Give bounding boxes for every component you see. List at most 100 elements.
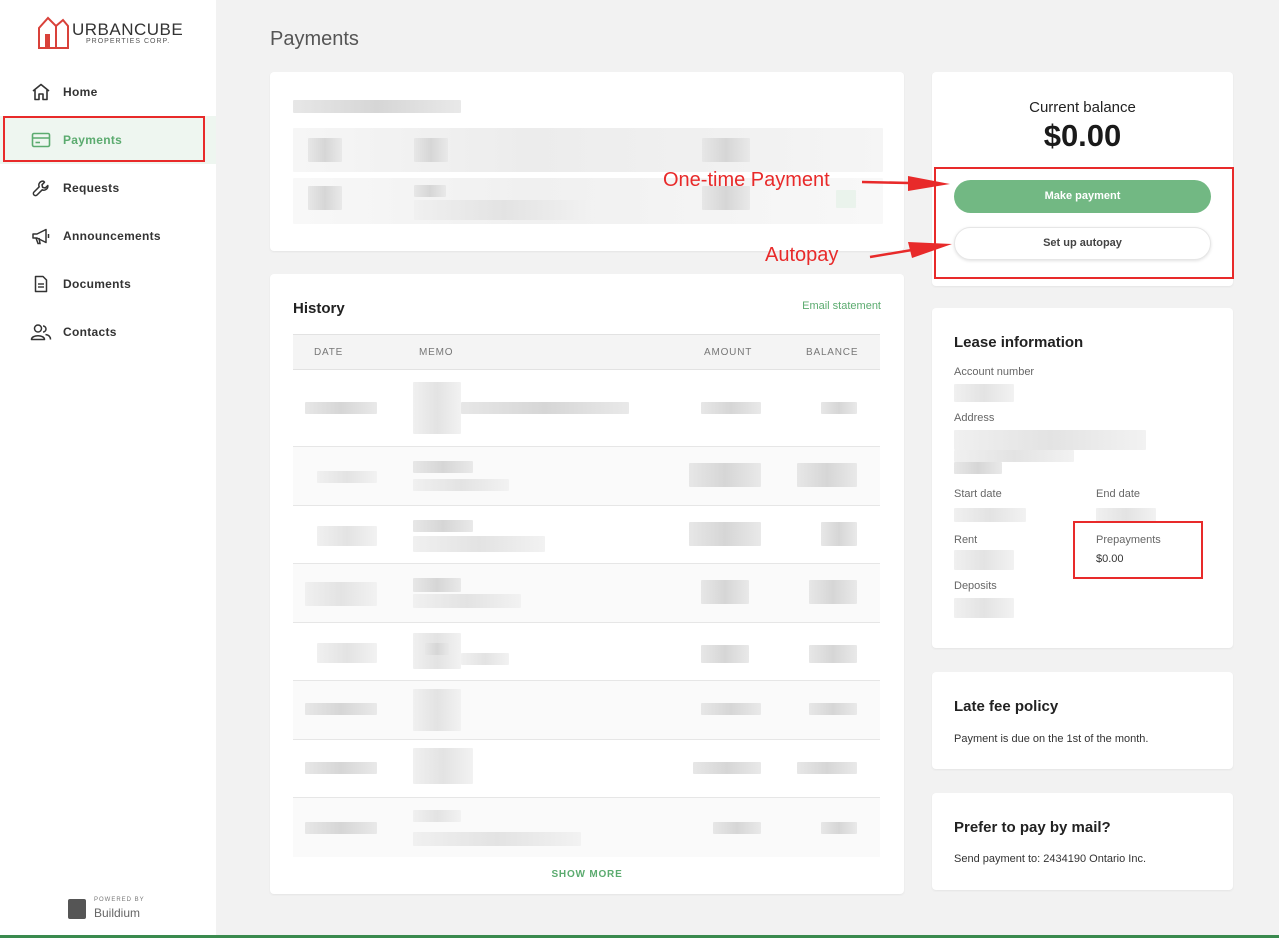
table-row[interactable] [293,370,880,447]
annotation-one-time-payment: One-time Payment [663,169,830,191]
redacted-memo [413,689,461,731]
redacted-amount [713,822,761,834]
redacted-text [414,200,594,220]
redacted-balance [821,402,857,414]
late-fee-title: Late fee policy [954,698,1059,715]
home-icon [30,81,52,103]
sidebar-item-label: Documents [63,277,132,291]
redacted-balance [821,522,857,546]
sidebar-item-label: Contacts [63,325,117,339]
sidebar-item-label: Requests [63,181,120,195]
column-header-amount[interactable]: AMOUNT [704,347,752,358]
document-icon [30,273,52,295]
redacted-text [293,100,461,113]
redacted-date [305,822,377,834]
annotation-autopay: Autopay [765,244,839,266]
history-table: DATE MEMO AMOUNT BALANCE [293,334,880,857]
redacted-amount [701,402,761,414]
address-label: Address [954,412,995,424]
email-statement-link[interactable]: Email statement [802,300,881,312]
redacted-text [702,138,750,162]
redacted-memo [413,461,473,473]
sidebar-item-announcements[interactable]: Announcements [0,212,216,260]
sidebar-item-home[interactable]: Home [0,68,216,116]
powered-by-label: POWERED BY [94,897,145,903]
balance-value: $0.00 [1043,118,1122,153]
balance-card: Current balance $0.00 Make payment Set u… [932,72,1233,286]
redacted-address [954,430,1146,450]
redacted-address [954,462,1002,474]
buildium-logo-icon [68,899,86,919]
late-fee-text: Payment is due on the 1st of the month. [954,733,1149,745]
column-header-memo[interactable]: MEMO [419,347,453,358]
redacted-date [305,703,377,715]
table-row[interactable] [293,623,880,681]
redacted-amount [693,762,761,774]
column-header-date[interactable]: DATE [314,347,343,358]
redacted-balance [809,645,857,663]
redacted-date [305,582,377,606]
redacted-amount [689,463,761,487]
redacted-text [414,185,446,197]
sidebar-item-contacts[interactable]: Contacts [0,308,216,356]
redacted-amount [701,580,749,604]
rent-label: Rent [954,534,978,546]
table-row[interactable] [293,740,880,798]
company-logo[interactable]: URBANCUBE PROPERTIES CORP. [36,14,186,52]
sidebar-item-requests[interactable]: Requests [0,164,216,212]
prepayments-label: Prepayments [1096,534,1161,546]
sidebar-item-label: Home [63,85,98,99]
redacted-text [836,190,856,208]
building-logo-icon [38,16,69,49]
redacted-balance [821,822,857,834]
redacted-memo [413,479,509,491]
powered-by-buildium[interactable]: POWERED BY Buildium [68,897,158,923]
lease-info-title: Lease information [954,334,1084,351]
sidebar-item-payments[interactable]: Payments [0,116,216,164]
table-row[interactable] [293,447,880,506]
redacted-memo [413,810,461,822]
redacted-memo [413,748,473,784]
redacted-balance [797,463,857,487]
prepayments-value: $0.00 [1096,553,1124,565]
redacted-memo [413,578,461,592]
redacted-memo [413,382,461,434]
redacted-rent [954,550,1014,570]
table-row[interactable] [293,798,880,857]
page-title: Payments [270,28,359,50]
redacted-date [317,643,377,663]
history-table-header: DATE MEMO AMOUNT BALANCE [293,334,880,370]
redacted-deposits [954,598,1014,618]
redacted-memo [413,536,545,552]
redacted-account-number [954,384,1014,402]
sidebar-item-label: Payments [63,133,123,147]
redacted-memo [425,643,449,655]
redacted-end-date [1096,508,1156,522]
account-number-label: Account number [954,366,1035,378]
start-date-label: Start date [954,488,1002,500]
brand-tagline: PROPERTIES CORP. [86,38,171,45]
table-row[interactable] [293,681,880,740]
column-header-balance[interactable]: BALANCE [806,347,858,358]
deposits-label: Deposits [954,580,997,592]
redacted-memo [413,520,473,532]
redacted-date [317,471,377,483]
table-row[interactable] [293,564,880,623]
credit-card-icon [30,129,52,151]
late-fee-card: Late fee policy Payment is due on the 1s… [932,672,1233,769]
setup-autopay-button[interactable]: Set up autopay [954,227,1211,260]
end-date-label: End date [1096,488,1141,500]
sidebar: URBANCUBE PROPERTIES CORP. Home Payments… [0,0,216,938]
redacted-summary-card [270,72,904,251]
lease-info-card: Lease information Account number Address… [932,308,1233,648]
redacted-amount [701,645,749,663]
history-card: History Email statement DATE MEMO AMOUNT… [270,274,904,894]
sidebar-item-documents[interactable]: Documents [0,260,216,308]
pay-by-mail-card: Prefer to pay by mail? Send payment to: … [932,793,1233,890]
make-payment-button[interactable]: Make payment [954,180,1211,213]
wrench-icon [30,177,52,199]
redacted-amount [689,522,761,546]
table-row[interactable] [293,506,880,564]
show-more-button[interactable]: SHOW MORE [270,869,904,880]
redacted-amount [701,703,761,715]
